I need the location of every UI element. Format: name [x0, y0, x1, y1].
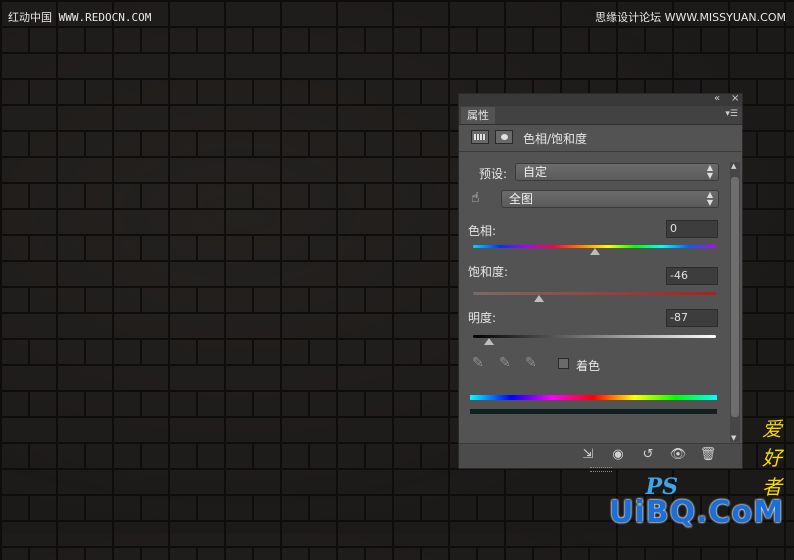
- preset-label: 预设:: [479, 167, 508, 181]
- preset-value: 自定: [523, 165, 548, 179]
- logo-uibq: UiBQ.CoM: [609, 495, 784, 530]
- updown-arrow-icon: ▲ ▼: [706, 163, 713, 180]
- close-icon[interactable]: ×: [731, 93, 739, 104]
- hue-slider-thumb[interactable]: [589, 248, 600, 255]
- panel-footer: ⇲ ◉ ↺ 👁 🗑: [459, 443, 742, 472]
- trash-icon[interactable]: 🗑: [697, 447, 719, 463]
- channel-value: 全图: [509, 192, 534, 206]
- adjustment-layer-icon[interactable]: [471, 130, 489, 144]
- properties-panel: « × 属性 ▾☰ 色相/饱和度 预设: 自定 ▲ ▼ ☝ 全图 ▲ ▼ 色相: 0…: [458, 93, 743, 472]
- output-color-bar: [470, 409, 717, 414]
- updown-arrow-icon: ▲ ▼: [706, 190, 713, 207]
- tab-properties[interactable]: 属性: [461, 107, 495, 124]
- input-color-bar: [470, 395, 717, 400]
- watermark-right: 思缘设计论坛 WWW.MISSYUAN.COM: [595, 11, 786, 24]
- lightness-slider-thumb[interactable]: [483, 338, 494, 345]
- eyedropper-icon[interactable]: ✎: [472, 355, 484, 371]
- saturation-slider-track[interactable]: [473, 292, 716, 295]
- watermark-left: 红动中国 WWW.REDOCN.COM: [8, 11, 152, 24]
- lightness-slider-track[interactable]: [473, 335, 716, 338]
- reset-icon[interactable]: ↺: [637, 447, 659, 463]
- panel-content: 预设: 自定 ▲ ▼ ☝ 全图 ▲ ▼ 色相: 0 饱和度: -46 明度: -87…: [459, 152, 729, 444]
- eyedropper-subtract-icon[interactable]: ✎: [525, 355, 537, 371]
- channel-select[interactable]: 全图 ▲ ▼: [501, 190, 719, 208]
- panel-menu-icon[interactable]: ▾☰: [725, 109, 738, 119]
- saturation-input[interactable]: -46: [666, 267, 718, 285]
- view-previous-state-icon[interactable]: ◉: [607, 447, 629, 463]
- layer-mask-icon[interactable]: [495, 130, 513, 144]
- saturation-label: 饱和度:: [468, 265, 509, 279]
- panel-title: 色相/饱和度: [523, 132, 588, 146]
- clip-to-layer-icon[interactable]: ⇲: [577, 447, 599, 463]
- vertical-scrollbar[interactable]: ▲ ▼: [730, 162, 740, 442]
- colorize-label: 着色: [576, 359, 601, 373]
- preset-select[interactable]: 自定 ▲ ▼: [515, 163, 719, 181]
- saturation-slider-thumb[interactable]: [533, 295, 544, 302]
- hue-input[interactable]: 0: [666, 220, 718, 238]
- eyedropper-add-icon[interactable]: ✎: [499, 355, 511, 371]
- panel-topbar: « ×: [459, 93, 742, 106]
- hue-label: 色相:: [468, 224, 497, 238]
- panel-header: 色相/饱和度: [459, 125, 742, 152]
- scrollbar-thumb[interactable]: [731, 177, 739, 417]
- lightness-label: 明度:: [468, 311, 497, 325]
- colorize-checkbox[interactable]: [558, 358, 569, 369]
- scroll-up-icon[interactable]: ▲: [731, 162, 736, 170]
- targeted-adjustment-hand-icon[interactable]: ☝: [471, 190, 480, 206]
- double-chevron-left-icon[interactable]: «: [714, 93, 720, 104]
- eye-icon[interactable]: 👁: [667, 447, 689, 463]
- logo-cn: 爱好者: [762, 417, 782, 499]
- resize-grip[interactable]: [590, 467, 612, 472]
- scroll-down-icon[interactable]: ▼: [731, 434, 736, 442]
- panel-tab-row: 属性 ▾☰: [459, 106, 742, 125]
- lightness-input[interactable]: -87: [666, 309, 718, 327]
